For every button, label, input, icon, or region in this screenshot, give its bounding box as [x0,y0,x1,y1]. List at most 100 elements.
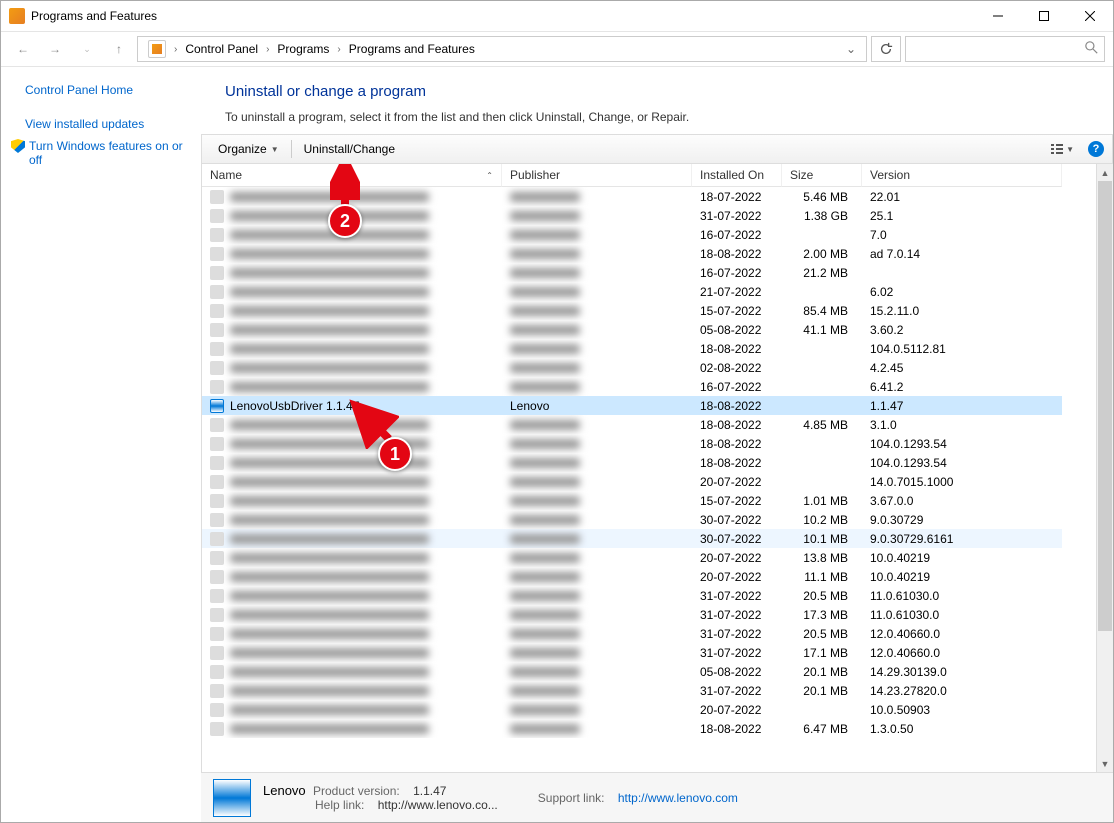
col-header-publisher[interactable]: Publisher [502,164,692,187]
scroll-down-button[interactable]: ▼ [1097,755,1113,772]
titlebar: Programs and Features [1,1,1113,31]
program-installed: 16-07-2022 [692,377,782,396]
col-header-size[interactable]: Size [782,164,862,187]
program-version: 9.0.30729 [862,510,1062,529]
program-version: 6.02 [862,282,1062,301]
annotation-marker-1: 1 [378,437,412,471]
program-installed: 18-08-2022 [692,453,782,472]
program-version: 3.67.0.0 [862,491,1062,510]
col-header-installed[interactable]: Installed On [692,164,782,187]
program-version: 22.01 [862,187,1062,206]
dropdown-icon: ▼ [1066,145,1074,154]
uninstall-label: Uninstall/Change [304,142,395,156]
program-installed: 20-07-2022 [692,700,782,719]
program-installed: 20-07-2022 [692,472,782,491]
recent-dropdown[interactable]: ⌄ [73,35,101,63]
program-icon [210,361,224,375]
program-installed: 31-07-2022 [692,681,782,700]
vertical-scrollbar[interactable]: ▲ ▼ [1096,164,1113,772]
program-icon [210,209,224,223]
shield-icon [11,139,25,153]
program-installed: 16-07-2022 [692,225,782,244]
program-size: 1.01 MB [782,491,862,510]
program-size [782,453,862,472]
crumb-control-panel[interactable]: Control Panel [181,40,262,58]
minimize-button[interactable] [975,1,1021,31]
program-version: 10.0.40219 [862,548,1062,567]
crumb-programs[interactable]: Programs [273,40,333,58]
sidebar-link-updates[interactable]: View installed updates [11,113,191,135]
col-header-version[interactable]: Version [862,164,1062,187]
program-version: 104.0.5112.81 [862,339,1062,358]
program-version: 11.0.61030.0 [862,605,1062,624]
program-size [782,434,862,453]
program-version: 15.2.11.0 [862,301,1062,320]
sidebar: Control Panel Home View installed update… [1,67,201,822]
program-installed: 15-07-2022 [692,301,782,320]
up-button[interactable]: ↑ [105,35,133,63]
program-version: 3.1.0 [862,415,1062,434]
program-version [862,263,1062,282]
chevron-right-icon: › [172,44,179,55]
program-icon [210,304,224,318]
sidebar-link-features[interactable]: Turn Windows features on or off [29,139,191,167]
program-installed: 31-07-2022 [692,643,782,662]
refresh-button[interactable] [871,36,901,62]
program-version: 4.2.45 [862,358,1062,377]
program-installed: 21-07-2022 [692,282,782,301]
program-installed: 31-07-2022 [692,206,782,225]
main: Uninstall or change a program To uninsta… [201,67,1113,822]
details-product-version-label: Product version: [313,784,400,798]
annotation-marker-2: 2 [328,204,362,238]
program-version: 14.29.30139.0 [862,662,1062,681]
breadcrumb-dropdown[interactable]: ⌄ [842,42,860,56]
crumb-programs-and-features[interactable]: Programs and Features [345,40,479,58]
program-icon [210,418,224,432]
program-version: 104.0.1293.54 [862,453,1062,472]
back-button[interactable]: ← [9,35,37,63]
toolbar: Organize ▼ Uninstall/Change ▼ ? [201,134,1113,164]
program-icon [210,551,224,565]
details-publisher: Lenovo [263,783,306,798]
uninstall-change-button[interactable]: Uninstall/Change [296,138,403,160]
sidebar-link-home[interactable]: Control Panel Home [11,79,191,101]
program-size [782,225,862,244]
program-icon [210,190,224,204]
search-input[interactable] [912,41,1085,57]
organize-button[interactable]: Organize ▼ [210,138,287,160]
scroll-up-button[interactable]: ▲ [1097,164,1113,181]
forward-button[interactable]: → [41,35,69,63]
program-icon [210,399,224,413]
program-version: 10.0.50903 [862,700,1062,719]
program-version: 7.0 [862,225,1062,244]
program-version: 12.0.40660.0 [862,643,1062,662]
program-size: 85.4 MB [782,301,862,320]
program-size: 2.00 MB [782,244,862,263]
program-size: 20.5 MB [782,586,862,605]
close-button[interactable] [1067,1,1113,31]
program-installed: 20-07-2022 [692,567,782,586]
program-installed: 18-08-2022 [692,415,782,434]
details-program-icon [213,779,251,817]
program-icon [210,665,224,679]
view-options-button[interactable]: ▼ [1042,138,1082,160]
app-icon [9,8,25,24]
program-installed: 16-07-2022 [692,263,782,282]
search-box[interactable] [905,36,1105,62]
program-icon [210,228,224,242]
scroll-thumb[interactable] [1098,181,1112,631]
breadcrumb[interactable]: › Control Panel › Programs › Programs an… [137,36,867,62]
details-support-link[interactable]: http://www.lenovo.com [618,791,738,805]
maximize-button[interactable] [1021,1,1067,31]
program-size: 1.38 GB [782,206,862,225]
program-size: 20.5 MB [782,624,862,643]
window-title: Programs and Features [31,9,157,23]
program-size: 10.2 MB [782,510,862,529]
program-icon [210,532,224,546]
program-installed: 31-07-2022 [692,624,782,643]
program-size: 13.8 MB [782,548,862,567]
program-icon [210,437,224,451]
location-icon [148,40,166,58]
help-button[interactable]: ? [1088,141,1104,157]
program-version: 12.0.40660.0 [862,624,1062,643]
